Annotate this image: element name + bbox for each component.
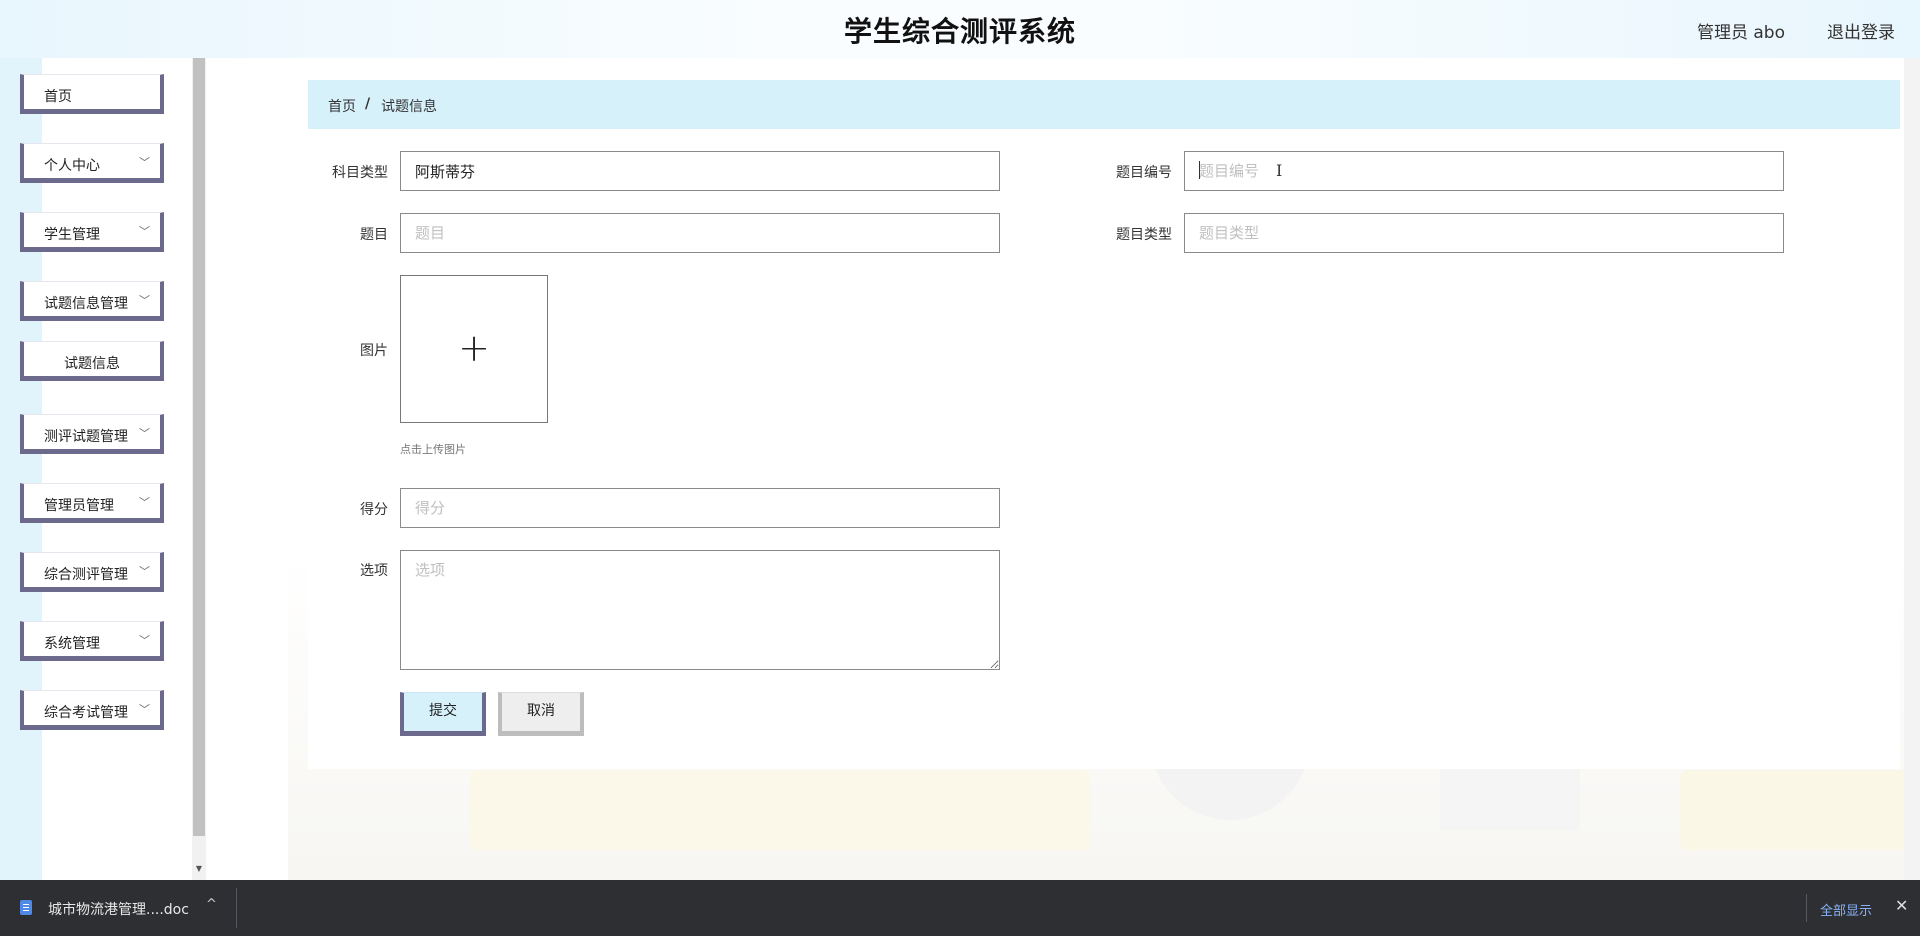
sidebar-item-eval-question-management[interactable]: 测评试题管理 ﹀ [20,414,164,454]
show-all-downloads-button[interactable]: 全部显示 [1820,900,1872,919]
download-file-name[interactable]: 城市物流港管理....doc [48,899,189,919]
sidebar-item-label: 综合测评管理 [44,567,128,583]
logout-link[interactable]: 退出登录 [1827,18,1895,43]
breadcrumb-separator: / [365,96,371,112]
chevron-up-icon[interactable]: ^ [206,897,217,912]
image-label: 图片 [360,343,388,359]
image-upload-box[interactable]: + [400,275,548,423]
sidebar-item-system-management[interactable]: 系统管理 ﹀ [20,621,164,661]
app-title: 学生综合测评系统 [843,15,1076,48]
page-scrollbar[interactable] [1904,58,1920,880]
sidebar-item-comprehensive-exam-management[interactable]: 综合考试管理 ﹀ [20,690,164,730]
background-decoration [470,770,1090,850]
chevron-down-icon: ﹀ [139,225,150,238]
sidebar-item-label: 首页 [44,89,72,105]
subject-type-label: 科目类型 [332,165,388,181]
breadcrumb-home[interactable]: 首页 [328,96,356,116]
question-no-label: 题目编号 [1116,165,1172,181]
chevron-down-icon: ﹀ [139,156,150,169]
options-label: 选项 [360,563,388,579]
sidebar-item-admin-management[interactable]: 管理员管理 ﹀ [20,483,164,523]
sidebar-item-label: 管理员管理 [44,498,114,514]
question-type-input[interactable] [1184,213,1784,253]
submit-button[interactable]: 提交 [400,692,486,736]
options-textarea[interactable] [400,550,1000,670]
sidebar-item-label: 个人中心 [44,158,100,174]
chevron-down-icon: ﹀ [139,634,150,647]
chevron-down-icon: ﹀ [139,703,150,716]
sidebar-item-home[interactable]: 首页 [20,74,164,114]
subject-type-input[interactable] [400,151,1000,191]
chevron-down-icon: ﹀ [139,427,150,440]
chevron-down-icon: ﹀ [139,496,150,509]
sidebar-item-label: 系统管理 [44,636,100,652]
score-input[interactable] [400,488,1000,528]
plus-icon: + [458,326,490,370]
question-input[interactable] [400,213,1000,253]
sidebar-item-label: 测评试题管理 [44,429,128,445]
sidebar-item-label: 试题信息 [64,356,120,372]
scroll-down-arrow-icon[interactable]: ▼ [192,862,206,876]
document-file-icon [20,900,32,915]
background-decoration [1680,770,1920,850]
sidebar-item-question-info-management[interactable]: 试题信息管理 ﹀ [20,281,164,321]
divider [236,888,237,928]
sidebar-scrollbar-thumb[interactable] [193,58,205,836]
sidebar-item-label: 试题信息管理 [44,296,128,312]
text-caret [1199,161,1200,179]
chevron-down-icon: ﹀ [139,565,150,578]
top-header: 学生综合测评系统 管理员 abo 退出登录 [0,0,1920,58]
question-label: 题目 [360,227,388,243]
score-label: 得分 [360,502,388,518]
breadcrumb-current: 试题信息 [381,99,437,115]
sidebar-item-student-management[interactable]: 学生管理 ﹀ [20,212,164,252]
sidebar-item-label: 综合考试管理 [44,705,128,721]
ibeam-cursor-icon: I [1276,161,1283,180]
divider [1806,894,1807,922]
cancel-button[interactable]: 取消 [498,692,584,736]
upload-hint: 点击上传图片 [400,443,466,456]
question-no-input[interactable] [1184,151,1784,191]
sidebar-item-comprehensive-eval-management[interactable]: 综合测评管理 ﹀ [20,552,164,592]
close-icon[interactable]: ✕ [1895,896,1908,915]
sidebar-item-personal-center[interactable]: 个人中心 ﹀ [20,143,164,183]
chevron-down-icon: ﹀ [139,294,150,307]
question-type-label: 题目类型 [1116,227,1172,243]
sidebar-item-label: 学生管理 [44,227,100,243]
current-user-label: 管理员 abo [1696,23,1785,43]
download-bar: 城市物流港管理....doc ^ 全部显示 ✕ [0,880,1920,936]
breadcrumb: 首页 / 试题信息 [308,80,1900,129]
sidebar-subitem-question-info[interactable]: 试题信息 [20,341,164,381]
